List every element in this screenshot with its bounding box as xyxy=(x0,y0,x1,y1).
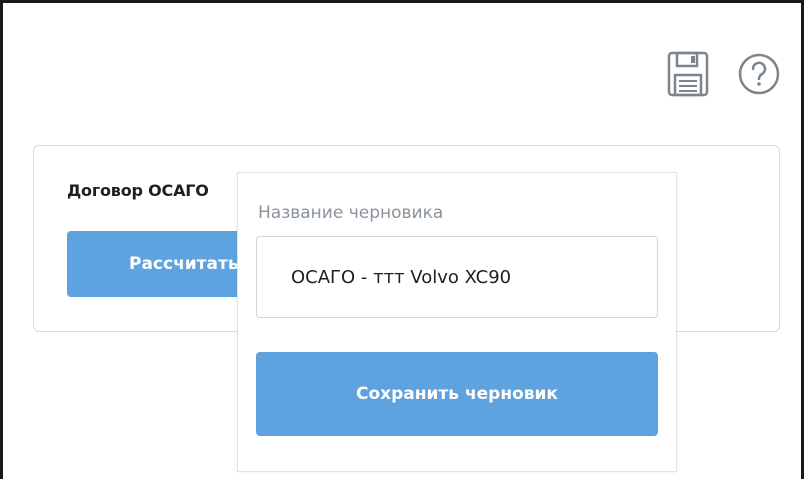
save-icon[interactable] xyxy=(666,50,710,98)
draft-name-label: Название черновика xyxy=(258,203,444,223)
save-draft-button[interactable]: Сохранить черновик xyxy=(256,352,658,436)
card-title: Договор ОСАГО xyxy=(67,181,209,200)
question-circle-icon xyxy=(738,53,780,95)
calculate-button[interactable]: Рассчитать xyxy=(67,231,257,297)
help-icon[interactable] xyxy=(737,52,781,96)
floppy-disk-icon xyxy=(667,51,709,97)
draft-name-input[interactable] xyxy=(256,236,658,318)
